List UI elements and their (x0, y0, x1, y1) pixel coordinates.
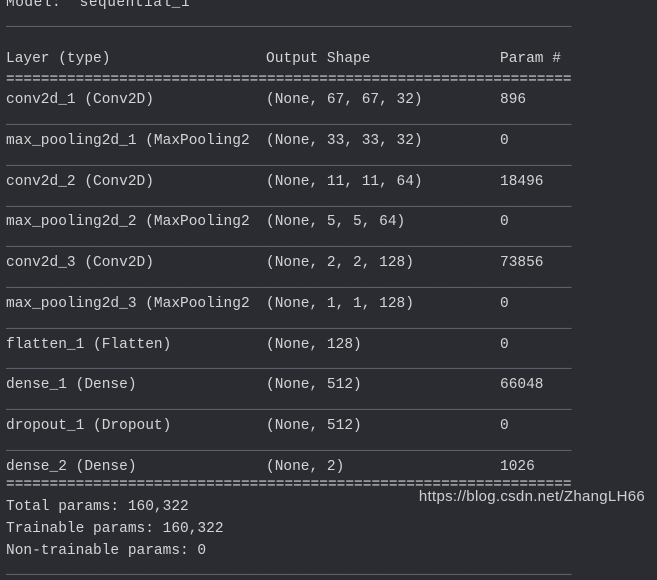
underline: ________________________________________… (6, 561, 651, 580)
watermark: https://blog.csdn.net/ZhangLH66 (419, 487, 645, 507)
cell-layer: max_pooling2d_1 (MaxPooling2 (6, 132, 266, 151)
row-separator: ________________________________________… (6, 274, 651, 293)
cell-output: (None, 67, 67, 32) (266, 91, 500, 110)
row-separator: ________________________________________… (6, 111, 651, 130)
cell-param: 18496 (500, 173, 544, 192)
table-row: max_pooling2d_1 (MaxPooling2(None, 33, 3… (6, 132, 651, 151)
cell-output: (None, 512) (266, 376, 500, 395)
double-separator: ========================================… (6, 71, 651, 90)
row-separator: ________________________________________… (6, 193, 651, 212)
cell-output: (None, 5, 5, 64) (266, 213, 500, 232)
cell-layer: max_pooling2d_2 (MaxPooling2 (6, 213, 266, 232)
table-row: flatten_1 (Flatten)(None, 128)0 (6, 336, 651, 355)
cell-layer: conv2d_3 (Conv2D) (6, 254, 266, 273)
cell-param: 0 (500, 213, 509, 232)
model-title: Model: "sequential_1" (6, 0, 651, 13)
table-row: dropout_1 (Dropout)(None, 512)0 (6, 417, 651, 436)
cell-output: (None, 11, 11, 64) (266, 173, 500, 192)
cell-layer: dense_1 (Dense) (6, 376, 266, 395)
cell-layer: dropout_1 (Dropout) (6, 417, 266, 436)
table-row: conv2d_2 (Conv2D)(None, 11, 11, 64)18496 (6, 173, 651, 192)
cell-param: 0 (500, 417, 509, 436)
cell-output: (None, 2) (266, 458, 500, 477)
trainable-params: Trainable params: 160,322 (6, 520, 651, 539)
table-row: dense_1 (Dense)(None, 512)66048 (6, 376, 651, 395)
cell-param: 0 (500, 336, 509, 355)
header-layer: Layer (type) (6, 50, 266, 69)
table-body: conv2d_1 (Conv2D)(None, 67, 67, 32)896__… (6, 91, 651, 476)
cell-param: 1026 (500, 458, 535, 477)
row-separator: ________________________________________… (6, 152, 651, 171)
row-separator: ________________________________________… (6, 437, 651, 456)
table-row: conv2d_3 (Conv2D)(None, 2, 2, 128)73856 (6, 254, 651, 273)
cell-param: 0 (500, 132, 509, 151)
cell-output: (None, 33, 33, 32) (266, 132, 500, 151)
cell-output: (None, 512) (266, 417, 500, 436)
row-separator: ________________________________________… (6, 315, 651, 334)
cell-output: (None, 2, 2, 128) (266, 254, 500, 273)
cell-param: 66048 (500, 376, 544, 395)
cell-layer: dense_2 (Dense) (6, 458, 266, 477)
header-output: Output Shape (266, 50, 500, 69)
cell-output: (None, 128) (266, 336, 500, 355)
table-header: Layer (type) Output Shape Param # (6, 50, 651, 69)
non-trainable-params: Non-trainable params: 0 (6, 542, 651, 561)
row-separator: ________________________________________… (6, 355, 651, 374)
table-row: max_pooling2d_3 (MaxPooling2(None, 1, 1,… (6, 295, 651, 314)
table-row: max_pooling2d_2 (MaxPooling2(None, 5, 5,… (6, 213, 651, 232)
underline: ________________________________________… (6, 13, 651, 32)
row-separator: ________________________________________… (6, 396, 651, 415)
cell-layer: flatten_1 (Flatten) (6, 336, 266, 355)
table-row: conv2d_1 (Conv2D)(None, 67, 67, 32)896 (6, 91, 651, 110)
cell-output: (None, 1, 1, 128) (266, 295, 500, 314)
cell-layer: conv2d_1 (Conv2D) (6, 91, 266, 110)
cell-param: 896 (500, 91, 526, 110)
header-param: Param # (500, 50, 561, 69)
cell-layer: conv2d_2 (Conv2D) (6, 173, 266, 192)
cell-layer: max_pooling2d_3 (MaxPooling2 (6, 295, 266, 314)
table-row: dense_2 (Dense)(None, 2)1026 (6, 458, 651, 477)
cell-param: 0 (500, 295, 509, 314)
row-separator: ________________________________________… (6, 233, 651, 252)
cell-param: 73856 (500, 254, 544, 273)
